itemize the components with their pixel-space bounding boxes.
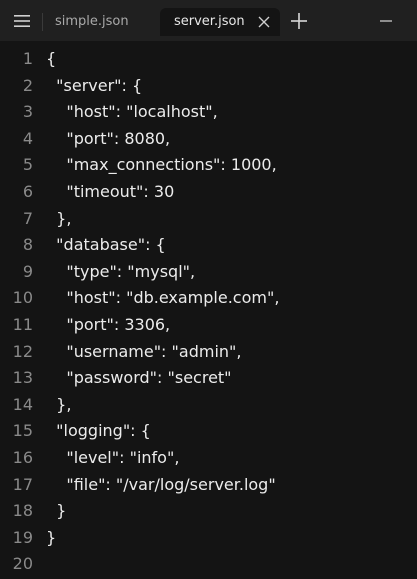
- close-tab-button[interactable]: [257, 15, 271, 29]
- editor-line[interactable]: 19}: [0, 525, 417, 551]
- tab-simple-json[interactable]: simple.json: [44, 8, 158, 36]
- line-number: 13: [12, 368, 33, 388]
- editor-line[interactable]: 1{: [0, 46, 417, 72]
- tab-label: server.json: [174, 14, 245, 29]
- line-number: 7: [22, 208, 33, 228]
- editor-line[interactable]: 6 "timeout": 30: [0, 179, 417, 205]
- line-text: "file": "/var/log/server.log": [46, 474, 276, 494]
- line-number: 15: [12, 421, 33, 441]
- line-text: "port": 3306,: [46, 315, 171, 334]
- line-number: 5: [22, 155, 33, 175]
- tab-label: simple.json: [55, 14, 129, 29]
- editor-line[interactable]: 11 "port": 3306,: [0, 312, 417, 338]
- line-text: {: [46, 49, 57, 68]
- line-text: "port": 8080,: [46, 128, 171, 148]
- editor-line[interactable]: 16 "level": "info",: [0, 445, 417, 471]
- line-number: 14: [12, 394, 33, 414]
- line-number: 11: [12, 315, 33, 334]
- code-editor[interactable]: 1{2 "server": {3 "host": "localhost", 4 "…: [0, 41, 417, 579]
- line-text: "max_connections": 1000,: [46, 155, 277, 175]
- line-number: 8: [22, 235, 33, 255]
- editor-line[interactable]: 5 "max_connections": 1000,: [0, 152, 417, 178]
- line-text: },: [46, 208, 72, 228]
- editor-line[interactable]: 4 "port": 8080,: [0, 126, 417, 152]
- line-number: 20: [12, 554, 33, 574]
- editor-line[interactable]: 7 },: [0, 206, 417, 232]
- line-number: 3: [22, 102, 33, 122]
- tab-divider: [42, 13, 43, 31]
- line-number: 19: [12, 527, 33, 547]
- editor-line[interactable]: 15 "logging": {: [0, 418, 417, 444]
- editor-line[interactable]: 3 "host": "localhost",: [0, 99, 417, 125]
- line-text: "password": "secret": [46, 368, 232, 388]
- line-text: "logging": {: [46, 421, 151, 441]
- line-text: "server": {: [46, 75, 143, 95]
- editor-line[interactable]: 20: [0, 551, 417, 577]
- line-number: 12: [12, 341, 33, 361]
- text-editor-window: simple.json server.json 1{2 "server": {3: [0, 0, 417, 579]
- menu-button[interactable]: [9, 10, 35, 32]
- line-text: }: [46, 527, 57, 547]
- line-text: "username": "admin",: [46, 341, 242, 361]
- line-number: 1: [22, 49, 33, 68]
- editor-line[interactable]: 2 "server": {: [0, 73, 417, 99]
- tab-server-json[interactable]: server.json: [160, 8, 280, 36]
- tab-bar: simple.json server.json: [0, 0, 417, 41]
- line-text: },: [46, 394, 72, 414]
- minimize-button[interactable]: [377, 12, 395, 30]
- line-text: "type": "mysql",: [46, 261, 196, 281]
- line-text: "timeout": 30: [46, 182, 175, 201]
- minimize-icon: [380, 20, 392, 22]
- editor-line[interactable]: 18 }: [0, 498, 417, 524]
- editor-line[interactable]: 8 "database": {: [0, 232, 417, 258]
- plus-icon: [291, 13, 307, 29]
- line-text: "host": "db.example.com",: [46, 288, 280, 308]
- hamburger-menu-icon: [14, 15, 30, 27]
- new-tab-button[interactable]: [289, 11, 309, 31]
- line-text: "host": "localhost",: [46, 102, 218, 122]
- editor-line[interactable]: 17 "file": "/var/log/server.log": [0, 472, 417, 498]
- editor-line[interactable]: 13 "password": "secret": [0, 365, 417, 391]
- editor-line[interactable]: 10 "host": "db.example.com",: [0, 285, 417, 311]
- line-number: 4: [22, 128, 33, 148]
- line-number: 10: [12, 288, 33, 308]
- editor-line[interactable]: 12 "username": "admin",: [0, 339, 417, 365]
- line-number: 6: [22, 182, 33, 201]
- line-number: 16: [12, 448, 33, 467]
- line-text: "level": "info",: [46, 448, 180, 467]
- line-text: "database": {: [46, 235, 166, 255]
- line-number: 18: [12, 501, 33, 521]
- close-icon: [258, 16, 270, 28]
- editor-line[interactable]: 9 "type": "mysql",: [0, 259, 417, 285]
- editor-line[interactable]: 14 },: [0, 392, 417, 418]
- line-text: }: [46, 501, 67, 521]
- line-number: 2: [22, 75, 33, 95]
- line-number: 9: [22, 261, 33, 281]
- line-number: 17: [12, 474, 33, 494]
